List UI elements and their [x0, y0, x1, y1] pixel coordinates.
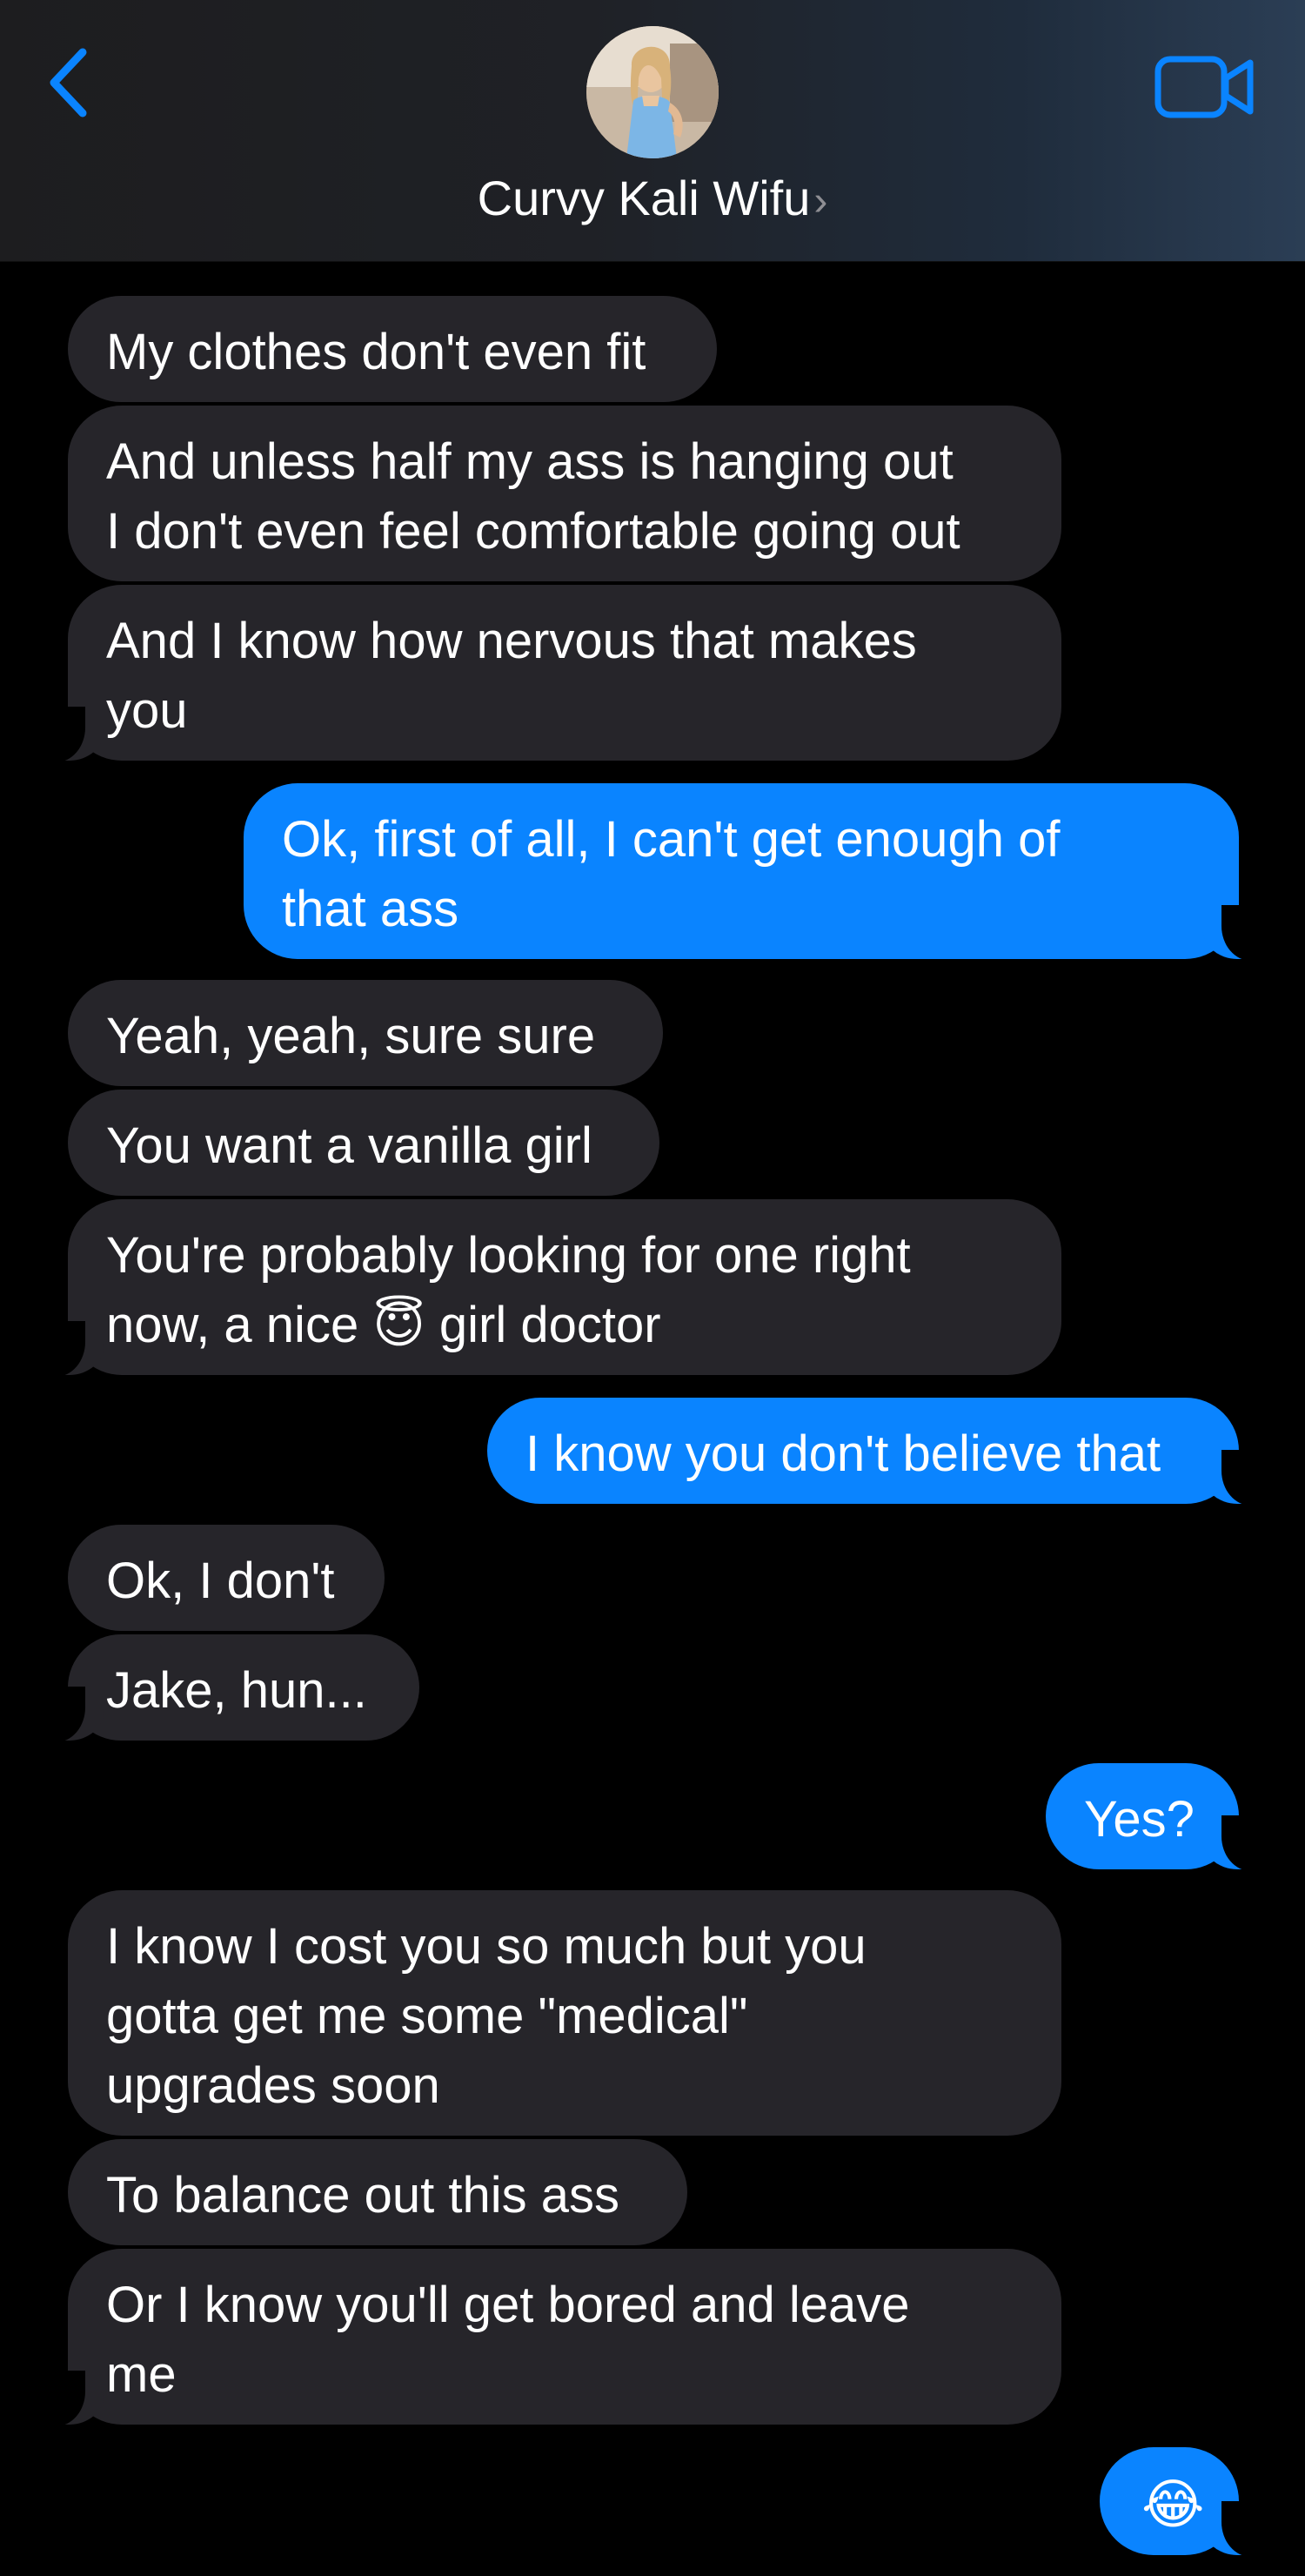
- incoming-message[interactable]: Yeah, yeah, sure sure: [68, 980, 663, 1086]
- incoming-message[interactable]: And unless half my ass is hanging out I …: [68, 406, 1061, 581]
- incoming-message[interactable]: You want a vanilla girl: [68, 1090, 659, 1196]
- contact-name-button[interactable]: Curvy Kali Wifu›: [0, 164, 1305, 237]
- incoming-message[interactable]: Or I know you'll get bored and leave me: [33, 2249, 1061, 2426]
- outgoing-message[interactable]: 😂: [1100, 2447, 1274, 2557]
- conversation-header: Curvy Kali Wifu›: [0, 0, 1305, 261]
- outgoing-message[interactable]: Yes?: [1046, 1763, 1274, 1871]
- contact-name: Curvy Kali Wifu: [477, 171, 811, 225]
- outgoing-message[interactable]: Ok, first of all, I can't get enough of …: [244, 783, 1274, 961]
- laughing-emoji: 😂: [1141, 2472, 1205, 2536]
- incoming-message[interactable]: My clothes don't even fit: [68, 296, 717, 402]
- outgoing-message[interactable]: I know you don't believe that: [487, 1398, 1274, 1506]
- avatar-photo: [586, 26, 719, 158]
- incoming-message[interactable]: I know I cost you so much but you gotta …: [68, 1890, 1061, 2136]
- incoming-message[interactable]: To balance out this ass: [68, 2139, 687, 2245]
- incoming-message[interactable]: You're probably looking for one right no…: [33, 1199, 1061, 1377]
- chevron-left-icon: [50, 48, 87, 117]
- video-call-button[interactable]: [1153, 52, 1257, 122]
- chevron-right-icon: ›: [813, 178, 828, 225]
- video-camera-icon: [1154, 56, 1254, 118]
- incoming-message[interactable]: Ok, I don't: [68, 1525, 385, 1631]
- incoming-message[interactable]: Jake, hun...: [33, 1634, 419, 1742]
- contact-avatar[interactable]: [586, 26, 719, 158]
- back-button[interactable]: [35, 35, 113, 131]
- incoming-message[interactable]: And I know how nervous that makes you: [33, 585, 1061, 762]
